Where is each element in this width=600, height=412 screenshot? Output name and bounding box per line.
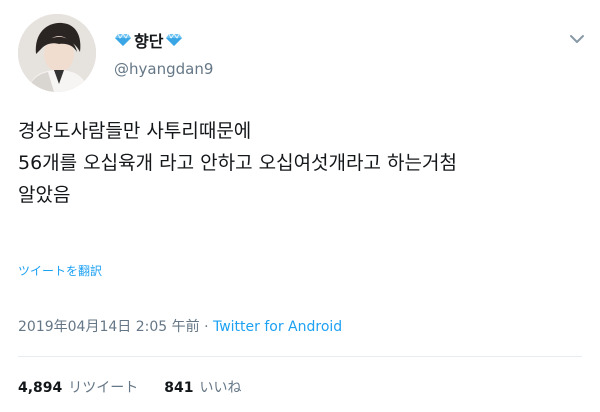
tweet-text-line: 경상도사람들만 사투리때문에	[18, 120, 252, 142]
timestamp[interactable]: 2019年04月14日 2:05 午前	[18, 319, 200, 335]
like-label[interactable]: いいね	[200, 377, 242, 397]
tweet-text: 경상도사람들만 사투리때문에 56개를 오십육개 라고 안하고 오십여섯개라고 …	[18, 115, 588, 211]
user-handle[interactable]: @hyangdan9	[114, 60, 213, 78]
meta-separator: ·	[204, 319, 209, 335]
retweet-count[interactable]: 4,894	[18, 380, 62, 396]
retweet-label[interactable]: リツイート	[68, 377, 138, 397]
tweet-text-line: 알았음	[18, 184, 71, 206]
translate-tweet-link[interactable]: ツイートを翻訳	[18, 262, 102, 279]
tweet-text-line: 56개를 오십육개 라고 안하고 오십여섯개라고 하는거첨	[18, 152, 457, 174]
like-count[interactable]: 841	[164, 380, 193, 396]
diamond-icon	[114, 33, 132, 47]
tweet-metadata: 2019年04月14日 2:05 午前 · Twitter for Androi…	[18, 316, 342, 336]
display-name-row[interactable]: 향단	[114, 28, 183, 52]
avatar[interactable]	[18, 14, 96, 92]
profile-photo-icon	[18, 14, 96, 92]
tweet-stats: 4,894 リツイート 841 いいね	[18, 377, 242, 397]
tweet-card: 향단 @hyangdan9 경상도사람들만 사투리때문에 56개를 오십육개 라…	[0, 0, 600, 412]
chevron-down-icon[interactable]	[568, 30, 586, 48]
diamond-icon	[165, 33, 183, 47]
source-link[interactable]: Twitter for Android	[213, 319, 342, 335]
divider	[18, 356, 582, 357]
display-name: 향단	[134, 32, 164, 51]
